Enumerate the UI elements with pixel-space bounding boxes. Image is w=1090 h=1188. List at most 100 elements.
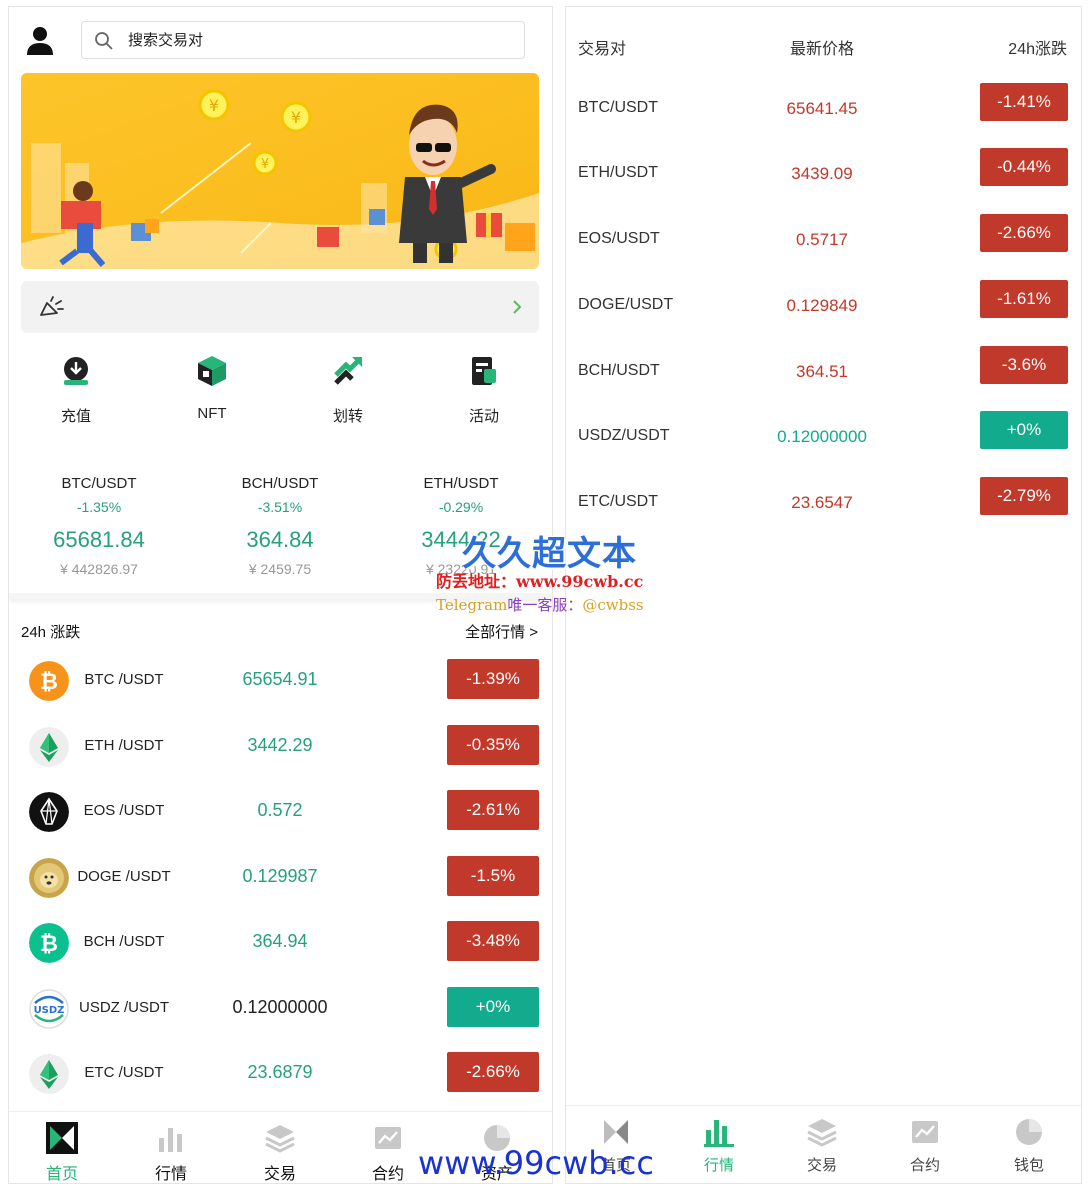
table-row[interactable]: USDZ/USDT 0.12000000 +0% <box>566 407 1081 467</box>
megaphone-icon <box>40 296 64 316</box>
watermark-telegram: Telegram唯一客服：@cwbss <box>436 594 644 615</box>
bch-icon: ₿ <box>29 923 69 963</box>
user-avatar-icon[interactable] <box>25 25 55 57</box>
price-value: 23.6879 <box>247 1062 313 1082</box>
usdz-icon: USDZ <box>29 989 69 1029</box>
pair-label: BCH/USDT <box>578 362 660 379</box>
bar-chart-icon <box>703 1116 735 1148</box>
tab-label: 合约 <box>909 1157 940 1174</box>
table-row[interactable]: ETH/USDT 3439.09 -0.44% <box>566 144 1081 204</box>
list-item[interactable]: ETC /USDT 23.6879 -2.66% <box>9 1046 552 1102</box>
tab-wallet[interactable]: 钱包 <box>984 1116 1074 1175</box>
ticker-cny: ¥ 442826.97 <box>60 561 138 577</box>
tab-label: 行情 <box>154 1166 187 1183</box>
change-badge[interactable]: -1.39% <box>447 659 539 699</box>
table-row[interactable]: EOS/USDT 0.5717 -2.66% <box>566 210 1081 270</box>
ticker-price: 364.84 <box>246 527 314 552</box>
col-header-price: 最新价格 <box>790 41 855 58</box>
change-badge[interactable]: -0.35% <box>447 725 539 765</box>
table-row[interactable]: BTC/USDT 65641.45 -1.41% <box>566 79 1081 139</box>
list-item[interactable]: EOS /USDT 0.572 -2.61% <box>9 784 552 840</box>
trend-chart-icon <box>909 1116 941 1148</box>
change-badge[interactable]: -2.79% <box>980 477 1068 515</box>
chevron-right-icon <box>513 300 522 314</box>
col-header-change[interactable]: 24h涨跌 <box>1008 35 1067 59</box>
pair-label: USDZ/USDT <box>578 427 670 444</box>
list-item[interactable]: ₿ BCH /USDT 364.94 -3.48% <box>9 915 552 971</box>
pair-label: USDZ /USDT <box>79 999 169 1016</box>
change-badge[interactable]: +0% <box>447 987 539 1027</box>
change-badge[interactable]: -1.5% <box>447 856 539 896</box>
pair-label: ETC/USDT <box>578 493 658 510</box>
tab-label: 首页 <box>45 1166 78 1183</box>
tab-home[interactable]: 首页 <box>17 1122 107 1183</box>
eth-icon <box>29 727 69 767</box>
tab-market[interactable]: 行情 <box>674 1116 764 1175</box>
change-badge[interactable]: -2.61% <box>447 790 539 830</box>
ticker-card[interactable]: BCH/USDT -3.51% 364.84 ¥ 2459.75 <box>200 475 360 577</box>
quick-nav-label: NFT <box>197 405 227 422</box>
svg-text:¥: ¥ <box>209 96 219 115</box>
price-value: 3439.09 <box>791 164 853 183</box>
tab-trade[interactable]: 交易 <box>777 1116 867 1175</box>
list-item[interactable]: DOGE /USDT 0.129987 -1.5% <box>9 850 552 906</box>
change-badge[interactable]: -2.66% <box>447 1052 539 1092</box>
quick-nav-transfer[interactable]: 划转 <box>298 353 398 426</box>
change-badge[interactable]: -1.41% <box>980 83 1068 121</box>
col-header-pair: 交易对 <box>578 41 627 58</box>
change-badge[interactable]: -1.61% <box>980 280 1068 318</box>
change-badge[interactable]: -2.66% <box>980 214 1068 252</box>
table-row[interactable]: BCH/USDT 364.51 -3.6% <box>566 342 1081 402</box>
ticker-pair: BCH/USDT <box>241 475 319 492</box>
search-input[interactable] <box>128 28 508 52</box>
price-value: 364.94 <box>252 931 308 951</box>
banner-illustration: ¥ ¥ ¥ <box>21 89 539 269</box>
layers-icon <box>806 1116 838 1148</box>
pair-label: BTC/USDT <box>578 99 658 116</box>
watermark-telegram-prefix: Telegram <box>436 596 508 614</box>
price-value: 0.129987 <box>242 866 318 886</box>
pair-label: ETC /USDT <box>84 1064 164 1081</box>
list-item[interactable]: ₿ BTC /USDT 65654.91 -1.39% <box>9 653 552 709</box>
tab-label: 交易 <box>263 1166 296 1183</box>
pair-label: DOGE /USDT <box>77 868 171 885</box>
change-badge[interactable]: -3.48% <box>447 921 539 961</box>
watermark-address: 防丢地址：www.99cwb.cc <box>436 572 644 591</box>
quick-nav-activity[interactable]: 活动 <box>434 353 534 426</box>
tab-market[interactable]: 行情 <box>126 1122 216 1183</box>
bar-chart-icon <box>155 1122 187 1154</box>
price-value: 0.12000000 <box>777 427 867 446</box>
home-logo-icon <box>46 1122 78 1154</box>
watermark-telegram-handle: @cwbss <box>582 596 644 614</box>
price-value: 0.12000000 <box>232 997 328 1017</box>
list-item[interactable]: USDZ USDZ /USDT 0.12000000 +0% <box>9 981 552 1037</box>
table-row[interactable]: DOGE/USDT 0.129849 -1.61% <box>566 276 1081 336</box>
watermark-telegram-mid: 唯一客服： <box>507 596 583 614</box>
btc-icon: ₿ <box>29 661 69 701</box>
table-row[interactable]: ETC/USDT 23.6547 -2.79% <box>566 473 1081 533</box>
quick-nav-deposit[interactable]: 充值 <box>26 353 126 426</box>
price-value: 65641.45 <box>786 99 858 118</box>
pair-label: BTC /USDT <box>84 671 164 688</box>
ticker-price: 65681.84 <box>53 527 145 552</box>
pair-label: BCH /USDT <box>83 933 165 950</box>
list-item[interactable]: ETH /USDT 3442.29 -0.35% <box>9 719 552 775</box>
tab-trade[interactable]: 交易 <box>235 1122 325 1183</box>
svg-text:₿: ₿ <box>40 670 58 695</box>
change-badge[interactable]: -3.6% <box>980 346 1068 384</box>
quick-nav-nft[interactable]: NFT <box>162 353 262 422</box>
change-badge[interactable]: -0.44% <box>980 148 1068 186</box>
ticker-card[interactable]: BTC/USDT -1.35% 65681.84 ¥ 442826.97 <box>19 475 179 577</box>
price-value: 364.51 <box>796 362 848 381</box>
announcement-bar[interactable] <box>21 281 539 333</box>
quick-nav-label: 充值 <box>60 408 91 425</box>
promo-banner[interactable]: ¥ ¥ ¥ <box>21 73 539 269</box>
change-badge[interactable]: +0% <box>980 411 1068 449</box>
tab-label: 交易 <box>806 1157 837 1174</box>
search-bar[interactable] <box>81 21 525 59</box>
tab-contract[interactable]: 合约 <box>880 1116 970 1175</box>
pair-label: EOS /USDT <box>83 802 165 819</box>
price-value: 0.129849 <box>786 296 858 315</box>
all-markets-link[interactable]: 全部行情 > <box>465 621 538 642</box>
ticker-cny: ¥ 2459.75 <box>248 561 312 577</box>
